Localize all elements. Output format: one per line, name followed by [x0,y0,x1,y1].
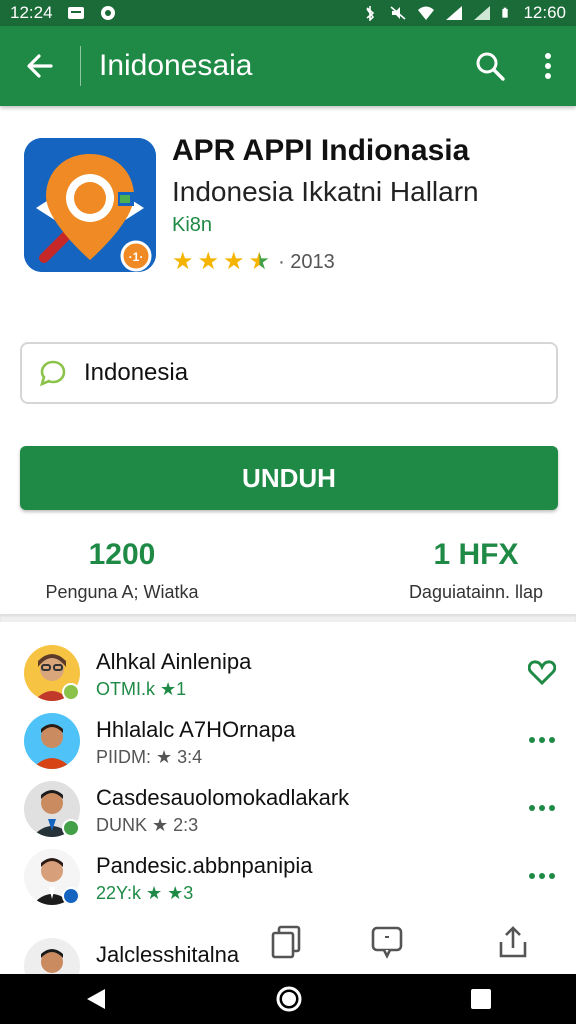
rating-row: ★ ★ ★ ★ · 2013 [172,250,335,274]
list-item[interactable]: Casdesauolomokadlakark DUNK ★ 2:3 [0,781,576,849]
signal-2-icon [474,6,491,20]
list-item-subtitle: 22Y:k ★ ★3 [96,883,194,903]
list-item-title: Hhlalalc A7HOrnapa [96,717,296,742]
list-item-subtitle: DUNK ★ 2:3 [96,815,199,835]
list-item-subtitle: OTMI.k ★1 [96,679,187,699]
section-divider [0,614,576,622]
more-button[interactable] [526,793,558,823]
battery-icon [502,7,509,18]
signal-icon [446,6,463,20]
badge-icon [62,887,80,905]
badge-icon [62,683,80,701]
more-icon [529,805,555,811]
search-button[interactable] [460,26,520,106]
more-icon [529,737,555,743]
star-icon: ★ [197,248,220,275]
message-icon [67,7,84,19]
comment-icon[interactable] [370,924,404,960]
list-item-title: Alhkal Ainlenipa [96,649,252,674]
avatar [24,938,80,974]
more-vert-icon [545,53,551,79]
recents-square-icon[interactable] [469,987,493,1011]
more-icon [529,873,555,879]
rating-count-value: 2013 [290,250,335,273]
stat-label: Daguiatainn. llap [408,582,544,602]
home-circle-icon[interactable] [275,985,303,1013]
back-arrow-icon [27,54,53,78]
chat-bubble-icon [39,360,66,387]
search-value: Indonesia [84,359,189,386]
stat-size: 1 HFX Daguiatainn. llap [400,538,552,603]
status-time-left: 12:24 [10,3,53,22]
overflow-menu-button[interactable] [520,26,576,106]
page-title: Inidonesaia [99,49,253,82]
share-icon[interactable] [496,924,530,960]
status-bar: 12:24 12:60 [0,0,576,26]
wifi-icon [418,6,435,20]
rating-count: · 2013 [278,250,335,273]
list-item-title: Jalclesshitalna [96,942,240,967]
more-button[interactable] [526,861,558,891]
star-icon: ★ [223,248,245,275]
back-button[interactable] [0,26,80,106]
heart-button[interactable] [526,657,558,687]
app-icon: ·1· [24,138,156,272]
half-star-icon: ★ [248,248,271,275]
list-item[interactable]: Alhkal Ainlenipa OTMI.k ★1 [0,645,576,713]
search-icon [476,52,505,81]
stat-label: Penguna A; Wiatka [45,582,199,602]
list-item[interactable]: Pandesic.abbnpanipia 22Y:k ★ ★3 [0,849,576,917]
developer-name[interactable]: Indonesia Ikkatni Hallarn [172,176,479,208]
heart-icon [528,660,556,685]
svg-text:·1·: ·1· [129,250,144,264]
app-category[interactable]: Ki8n [172,214,212,237]
more-button[interactable] [526,725,558,755]
list-item[interactable]: Hhlalalc A7HOrnapa PIIDM: ★ 3:4 [0,713,576,781]
list-item-title: Casdesauolomokadlakark [96,785,350,810]
app-name: APR APPI Indionasia [172,134,470,167]
system-nav-bar [0,974,576,1024]
stat-downloads: 1200 Penguna A; Wiatka [40,538,204,603]
search-field[interactable]: Indonesia [20,342,558,404]
app-bar: Inidonesaia [0,26,576,106]
stat-value: 1 HFX [433,538,519,571]
bluetooth-icon [366,6,375,21]
app-notification-icon [100,6,115,20]
list-item-subtitle: PIIDM: ★ 3:4 [96,747,203,767]
mute-icon [390,6,406,20]
stat-value: 1200 [88,538,156,571]
list-item-title: Pandesic.abbnpanipia [96,853,313,878]
avatar [24,713,80,769]
status-time-right: 12:60 [523,3,566,22]
badge-icon [62,819,80,837]
star-icon: ★ [172,248,194,275]
map-pin-logo-icon: ·1· [24,138,156,272]
copy-icon[interactable] [270,924,304,960]
install-button[interactable]: UNDUH [20,446,558,510]
back-triangle-icon[interactable] [83,986,109,1012]
